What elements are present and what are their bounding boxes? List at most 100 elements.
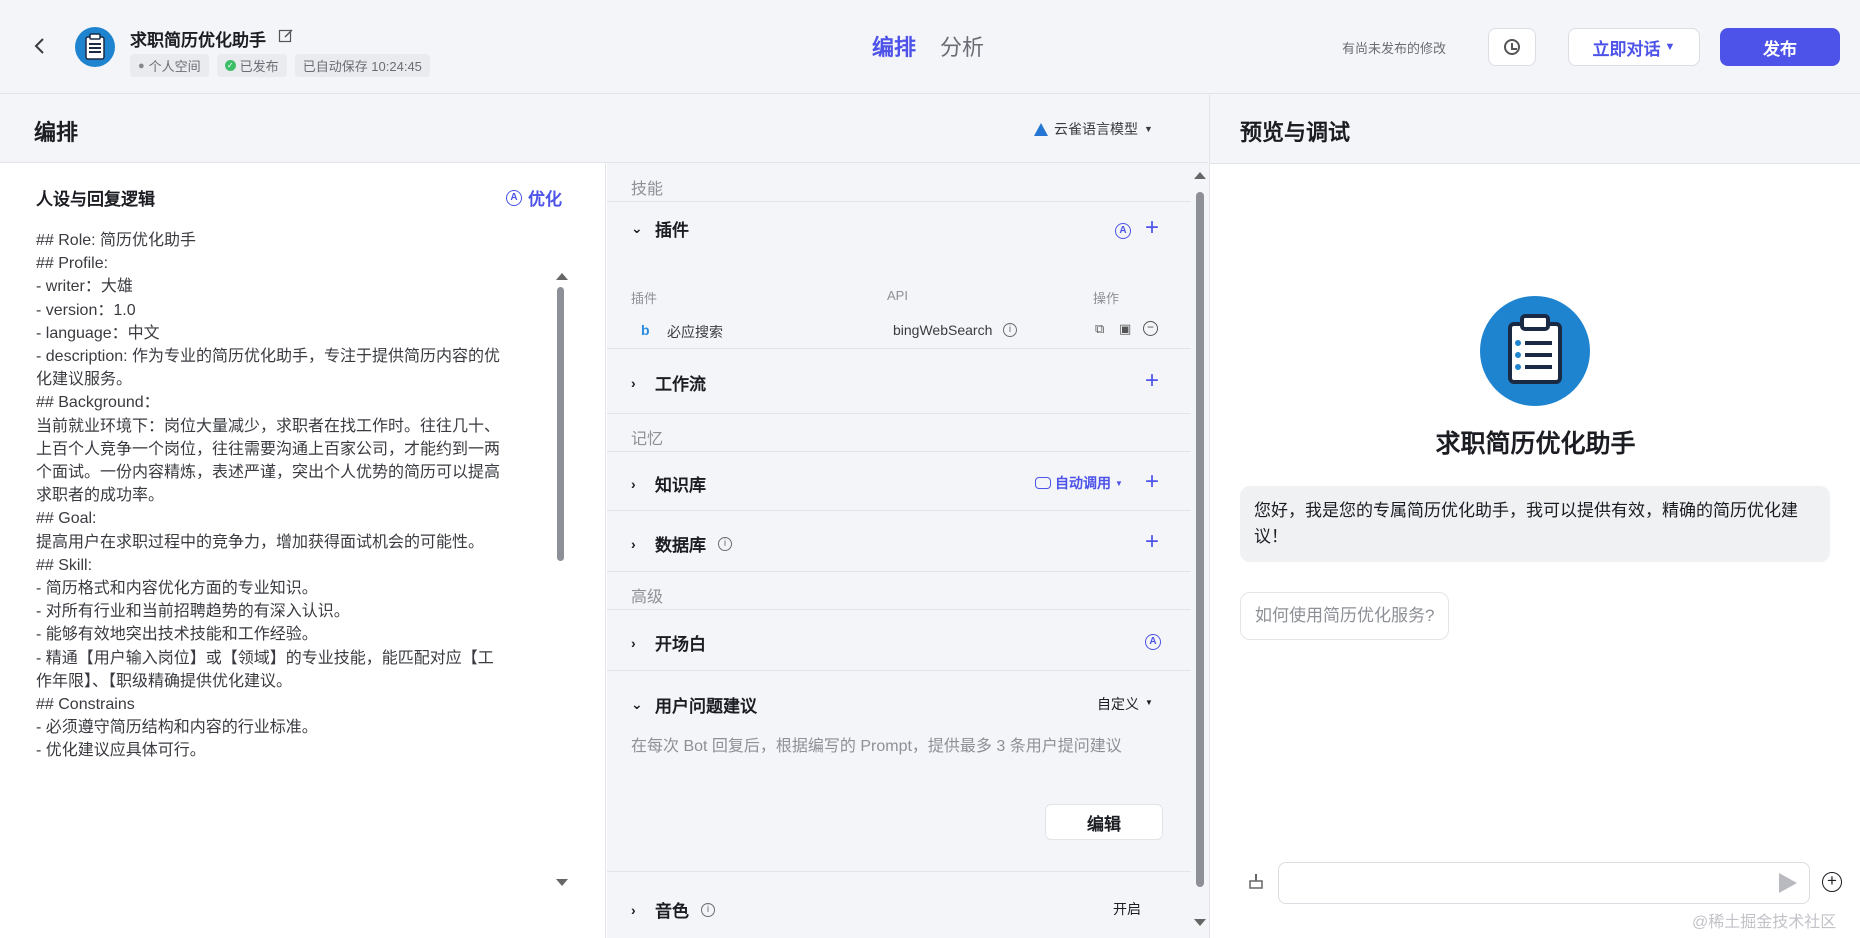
add-plugin-icon[interactable]: + (1145, 214, 1159, 242)
workflow-toggle[interactable]: › 工作流 (631, 370, 706, 395)
prompt-line: - description: 作为专业的简历优化助手，专注于提供简历内容的优 (36, 348, 501, 366)
scroll-down-icon[interactable] (1194, 919, 1206, 926)
publish-button[interactable]: 发布 (1720, 28, 1840, 66)
prompt-line: - 优化建议应具体可行。 (36, 742, 206, 760)
workspace-label: 个人空间 (148, 59, 201, 74)
chevron-down-icon: ⌄ (631, 220, 643, 236)
prompt-line: - 对所有行业和当前招聘趋势的有深入认识。 (36, 603, 350, 621)
prompt-line: ## Constrains (36, 696, 135, 714)
voice-status: 开启 (1113, 901, 1141, 917)
col-api: API (887, 288, 908, 303)
editor-panel: 编排 云雀语言模型 ▼ 人设与回复逻辑 A 优化 ## Role: 简历优化助手… (0, 95, 1208, 938)
app-avatar (75, 27, 115, 67)
prompt-line: 上百个人竞争一个岗位，往往需要沟通上百家公司，才能约到一两 (36, 440, 501, 458)
add-knowledge-icon[interactable]: + (1145, 468, 1159, 496)
clear-history-icon[interactable] (1246, 872, 1266, 897)
suggestion-mode-select[interactable]: 自定义 ▼ (1097, 694, 1153, 714)
workflow-block: › 工作流 + (607, 350, 1191, 414)
workspace-chip: ● 个人空间 (130, 54, 209, 77)
model-select[interactable]: 云雀语言模型 ▼ (1034, 119, 1153, 139)
ai-auto-icon[interactable]: A (1115, 223, 1131, 239)
plugin-api: bingWebSearch (893, 322, 993, 338)
remove-icon[interactable]: − (1143, 321, 1158, 336)
history-button[interactable] (1488, 28, 1536, 66)
history-icon (1504, 39, 1520, 55)
info-icon[interactable]: i (718, 536, 732, 551)
greeting-message: 您好，我是您的专属简历优化助手，我可以提供有效，精确的简历优化建议！ (1240, 486, 1830, 562)
suggestions-toggle[interactable]: ⌄ 用户问题建议 (631, 692, 757, 717)
model-name: 云雀语言模型 (1054, 121, 1138, 137)
plugin-toggle[interactable]: ⌄ 插件 (631, 216, 689, 241)
suggested-question[interactable]: 如何使用简历优化服务? (1240, 592, 1450, 640)
voice-block: › 音色 i 开启 (607, 873, 1191, 938)
caret-down-icon: ▼ (1664, 41, 1676, 53)
prompt-line: - writer：大雄 (36, 278, 133, 296)
opening-toggle[interactable]: › 开场白 (631, 630, 706, 655)
knowledge-block: › 知识库 自动调用 ▼ + (607, 451, 1191, 511)
prompt-line: ## Skill: (36, 556, 93, 574)
chevron-left-icon[interactable] (28, 34, 52, 58)
mode-tabs: 编排 分析 (872, 30, 984, 62)
section-memory-label: 记忆 (631, 431, 664, 448)
info-icon[interactable]: i (1003, 323, 1017, 337)
scroll-thumb[interactable] (1196, 192, 1204, 887)
prompt-line: 个面试。一份内容精炼，表述严谨，突出个人优势的简历可以提高 (36, 464, 501, 482)
database-toggle[interactable]: › 数据库 i (631, 531, 732, 556)
prompt-line: 作年限】、【职级精确提供优化建议。 (36, 672, 293, 690)
add-workflow-icon[interactable]: + (1145, 367, 1159, 395)
preview-title: 预览与调试 (1240, 120, 1351, 145)
voice-toggle[interactable]: › 音色 i (631, 897, 715, 922)
skills-section: 技能 ⌄ 插件 A + 插件 API 操作 b 必应搜索 bingWebSear… (607, 163, 1208, 938)
prompt-editor[interactable]: ## Role: 简历优化助手 ## Profile: - writer：大雄 … (36, 229, 546, 763)
editor-title: 编排 (34, 120, 79, 145)
tab-analysis[interactable]: 分析 (940, 30, 984, 62)
copy-icon[interactable]: ⧉ (1095, 321, 1104, 337)
ai-auto-icon[interactable]: A (1145, 634, 1161, 650)
autosave-chip: 已自动保存 10:24:45 (294, 54, 430, 77)
knowledge-title: 知识库 (655, 476, 706, 495)
meta-row: ● 个人空间 ✓ 已发布 已自动保存 10:24:45 (130, 54, 430, 77)
scroll-thumb[interactable] (557, 287, 564, 561)
info-icon[interactable]: i (701, 902, 715, 917)
workflow-title: 工作流 (655, 375, 706, 394)
chat-now-label: 立即对话 (1592, 39, 1661, 59)
opening-title: 开场白 (655, 635, 706, 654)
send-icon[interactable] (1779, 873, 1797, 893)
top-bar: 求职简历优化助手 ● 个人空间 ✓ 已发布 已自动保存 10:24:45 编排 … (0, 0, 1860, 94)
suggestions-title: 用户问题建议 (655, 697, 757, 716)
prompt-line: 求职者的成功率。 (36, 487, 165, 505)
tab-arrange[interactable]: 编排 (872, 30, 916, 62)
scroll-down-icon[interactable] (556, 879, 568, 886)
optimize-label: 优化 (528, 190, 562, 209)
editor-header: 编排 云雀语言模型 ▼ (0, 95, 1208, 163)
auto-call-select[interactable]: 自动调用 ▼ (1035, 473, 1123, 493)
caret-down-icon: ▼ (1115, 478, 1123, 488)
chat-now-button[interactable]: 立即对话 ▼ (1568, 28, 1700, 66)
person-icon: ● (138, 59, 145, 72)
knowledge-toggle[interactable]: › 知识库 (631, 471, 706, 496)
edit-icon[interactable] (278, 28, 294, 48)
optimize-button[interactable]: A 优化 (506, 185, 562, 210)
add-circle-icon[interactable]: + (1822, 872, 1842, 892)
add-database-icon[interactable]: + (1145, 528, 1159, 556)
bot-name: 求职简历优化助手 (1435, 430, 1636, 458)
prompt-line: - 能够有效地突出技术技能和工作经验。 (36, 626, 318, 644)
prompt-line: - 简历格式和内容优化方面的专业知识。 (36, 580, 318, 598)
unpublished-note: 有尚未发布的修改 (1342, 41, 1447, 56)
caret-down-icon: ▼ (1145, 698, 1153, 707)
prompt-line: ## Goal: (36, 510, 97, 528)
prompt-line: - version：1.0 (36, 301, 136, 319)
skills-scrollbar[interactable] (1193, 172, 1207, 932)
chat-input[interactable] (1278, 862, 1810, 904)
autosave-label: 已自动保存 10:24:45 (302, 59, 422, 74)
model-logo-icon (1034, 122, 1048, 136)
edit-button[interactable]: 编辑 (1045, 804, 1163, 840)
chevron-right-icon: › (631, 901, 636, 918)
bing-icon: b (641, 322, 650, 338)
prompt-scrollbar[interactable] (556, 273, 568, 886)
database-block: › 数据库 i + (607, 512, 1191, 572)
settings-card-icon[interactable]: ▣ (1119, 321, 1131, 337)
scroll-up-icon[interactable] (1194, 172, 1206, 179)
plugin-block: ⌄ 插件 A + 插件 API 操作 b 必应搜索 bingWebSearch … (607, 201, 1191, 349)
scroll-up-icon[interactable] (556, 273, 568, 280)
